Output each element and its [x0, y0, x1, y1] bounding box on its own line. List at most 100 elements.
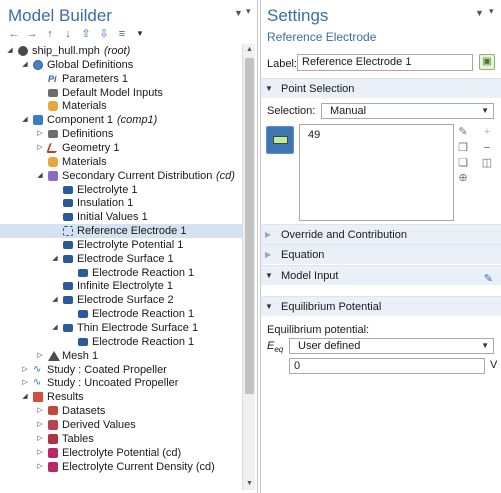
section-title: Model Input — [281, 270, 339, 282]
tree-collapse-icon[interactable]: ◢ — [51, 293, 59, 307]
add-to-selection-icon[interactable]: + — [481, 126, 493, 138]
tree-expand-icon[interactable]: ▷ — [21, 363, 29, 377]
selection-list[interactable]: 49 — [299, 124, 454, 221]
tree-item[interactable]: Default Model Inputs — [0, 86, 242, 100]
tree-expand-icon[interactable]: ▷ — [36, 432, 44, 446]
tree-item[interactable]: ▷ Electrolyte Potential (cd) — [0, 446, 242, 460]
tree-collapse-icon[interactable]: ◢ — [51, 252, 59, 266]
expand-all-icon[interactable]: ⇧ — [80, 28, 92, 40]
tree-item[interactable]: ◢ Component 1 (comp1) — [0, 113, 242, 127]
paste-selection-icon[interactable]: ✎ — [457, 126, 469, 138]
scroll-down-arrow-icon[interactable]: ▼ — [243, 478, 256, 490]
tree-item[interactable]: Reference Electrode 1 — [0, 224, 242, 239]
label-reset-button[interactable]: ▣ — [479, 54, 495, 70]
pin-icon[interactable]: ▼ — [475, 8, 484, 18]
create-selection-icon[interactable]: ◫ — [481, 157, 493, 169]
tree-expand-icon[interactable]: ▷ — [36, 404, 44, 418]
remove-from-selection-icon[interactable]: − — [481, 142, 493, 154]
tree-item-suffix: (root) — [104, 45, 131, 57]
tree-item[interactable]: ◢ Secondary Current Distribution (cd) — [0, 169, 242, 183]
tree-item[interactable]: ▷ Definitions — [0, 127, 242, 141]
tree-item[interactable]: Materials — [0, 99, 242, 113]
tree-collapse-icon[interactable]: ◢ — [6, 44, 14, 58]
forward-icon[interactable]: → — [26, 28, 38, 40]
tree-item-label: Thin Electrode Surface 1 — [77, 322, 199, 334]
scroll-up-arrow-icon[interactable]: ▲ — [243, 44, 256, 56]
move-up-icon[interactable]: ↑ — [44, 28, 56, 40]
tree-item[interactable]: Infinite Electrolyte 1 — [0, 279, 242, 293]
selection-dropdown[interactable]: Manual ▼ — [321, 103, 494, 119]
tree-item-label: Study : Coated Propeller — [47, 363, 167, 376]
tree-expand-icon[interactable]: ▷ — [36, 460, 44, 474]
tree-item[interactable]: Electrolyte 1 — [0, 183, 242, 197]
tree-item[interactable]: ▷ Derived Values — [0, 418, 242, 432]
tree-expand-icon[interactable]: ▷ — [36, 349, 44, 363]
tree-item[interactable]: ▷ Geometry 1 — [0, 141, 242, 155]
tree-item[interactable]: ▷ Datasets — [0, 404, 242, 418]
tree-collapse-icon[interactable]: ◢ — [21, 390, 29, 404]
tree-item[interactable]: ◢ ship_hull.mph (root) — [0, 44, 242, 58]
back-icon[interactable]: ← — [8, 28, 20, 40]
tree-item[interactable]: Electrolyte Potential 1 — [0, 238, 242, 252]
active-selection-toggle[interactable] — [266, 126, 294, 154]
tree-collapse-icon[interactable]: ◢ — [51, 321, 59, 335]
tree-collapse-icon[interactable]: ◢ — [21, 58, 29, 72]
refel-icon — [63, 226, 73, 237]
eq-source-dropdown[interactable]: User defined ▼ — [289, 338, 494, 354]
dropdown-arrow-icon[interactable]: ▼ — [134, 28, 146, 40]
tree-item[interactable]: Materials — [0, 155, 242, 169]
tree-item-label: Tables — [62, 432, 94, 445]
tree-item[interactable]: Electrode Reaction 1 — [0, 335, 242, 349]
eq-value-text: 0 — [294, 360, 301, 372]
tree-item[interactable]: Electrode Reaction 1 — [0, 266, 242, 280]
selection-entry[interactable]: 49 — [308, 129, 320, 141]
tree-item[interactable]: ◢ Results — [0, 390, 242, 404]
tree-scrollbar[interactable]: ▲ ▼ — [242, 44, 255, 490]
label-caption: Label: — [267, 58, 297, 70]
tree-item[interactable]: ▷ Mesh 1 — [0, 349, 242, 363]
eq-value-input[interactable]: 0 — [289, 358, 485, 374]
tree-expand-icon[interactable]: ▷ — [36, 418, 44, 432]
dataset-icon — [48, 406, 58, 416]
tree-item[interactable]: ◢ Thin Electrode Surface 1 — [0, 321, 242, 335]
tree-item[interactable]: Insulation 1 — [0, 196, 242, 210]
selection-caption: Selection: — [267, 105, 316, 117]
tree-item[interactable]: ▷ Electrolyte Current Density (cd) — [0, 460, 242, 474]
table-icon — [48, 433, 58, 444]
section-equilibrium-potential[interactable]: ▼ Equilibrium Potential — [261, 296, 501, 316]
tree-item[interactable]: ◢ Global Definitions — [0, 58, 242, 72]
move-down-icon[interactable]: ↓ — [62, 28, 74, 40]
list-icon[interactable]: ≡ — [116, 28, 128, 40]
zoom-to-selection-icon[interactable]: ⊕ — [457, 172, 469, 184]
copy-selection-icon[interactable]: ❐ — [457, 142, 469, 154]
tree-item[interactable]: Initial Values 1 — [0, 210, 242, 224]
section-override-contribution[interactable]: ▶ Override and Contribution — [261, 224, 501, 244]
close-icon[interactable]: ▾ — [246, 6, 251, 17]
label-field[interactable]: Reference Electrode 1 — [297, 54, 473, 71]
tree-expand-icon[interactable]: ▷ — [36, 127, 44, 141]
tree-expand-icon[interactable]: ▷ — [21, 376, 29, 390]
tree-item-label: Geometry 1 — [62, 141, 120, 154]
sort-icon[interactable]: ⇩ — [98, 28, 110, 40]
tree-item[interactable]: ▷ ∿ Study : Uncoated Propeller — [0, 376, 242, 390]
tree-item[interactable]: Pi Parameters 1 — [0, 72, 242, 86]
tree-item[interactable]: ▷ Tables — [0, 432, 242, 446]
tree-item[interactable]: ◢ Electrode Surface 1 — [0, 252, 242, 266]
tree-collapse-icon[interactable]: ◢ — [36, 169, 44, 183]
section-point-selection[interactable]: ▼ Point Selection — [261, 78, 501, 98]
tree-item[interactable]: ◢ Electrode Surface 2 — [0, 293, 242, 307]
scroll-thumb[interactable] — [245, 58, 254, 394]
edit-model-input-icon[interactable]: ✎ — [484, 269, 493, 289]
clear-selection-icon[interactable]: ❏ — [457, 157, 469, 169]
tree-collapse-icon[interactable]: ◢ — [21, 113, 29, 127]
tree-item[interactable]: ▷ ∿ Study : Coated Propeller — [0, 363, 242, 377]
section-equation[interactable]: ▶ Equation — [261, 244, 501, 264]
eq-source-value: User defined — [298, 340, 361, 352]
tree-expand-icon[interactable]: ▷ — [36, 446, 44, 460]
tree-item[interactable]: Electrode Reaction 1 — [0, 307, 242, 321]
pin-icon[interactable]: ▼ — [234, 8, 243, 18]
close-icon[interactable]: ▾ — [489, 6, 494, 17]
expand-triangle-icon: ▶ — [265, 230, 272, 239]
tree-expand-icon[interactable]: ▷ — [36, 141, 44, 155]
section-model-input[interactable]: ▼ Model Input ✎ — [261, 265, 501, 285]
